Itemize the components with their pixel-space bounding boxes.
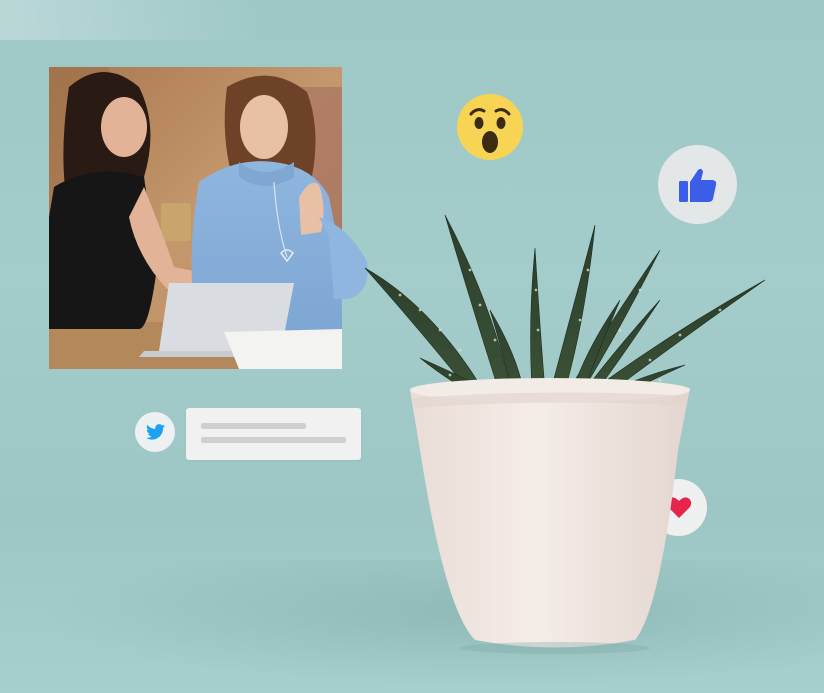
hero-scene [0,0,824,693]
thumbs-up-icon [678,168,716,202]
people-photo [49,67,368,369]
corner-glow [0,0,260,40]
succulent-plant-illustration [364,214,766,654]
twitter-button[interactable] [135,412,175,452]
tweet-placeholder-card [186,408,361,460]
tweet-placeholder-line [201,437,346,443]
twitter-bird-icon [145,424,165,440]
tweet-placeholder-line [201,423,306,429]
people-photo-illustration [49,67,368,369]
wow-emoji-icon[interactable] [457,94,523,160]
succulent-plant [360,210,770,660]
